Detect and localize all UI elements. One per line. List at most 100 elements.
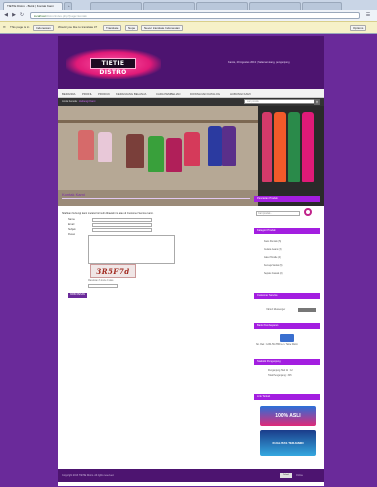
browser-tab[interactable] (196, 2, 248, 10)
url-host: localhost (34, 14, 46, 18)
page-container: TIETIE DISTRO Kamis, 29 Agustus 2013 | S… (58, 36, 324, 486)
translate-icon: ✉ (3, 25, 6, 29)
translate-message: This page is in (10, 25, 30, 29)
toolbar: ◀ ▶ ↻ localhost/distro/index.php?page=ko… (0, 10, 377, 21)
promo-banner[interactable]: 100% ASLI (260, 406, 316, 426)
banner-garment (288, 112, 300, 182)
site-logo[interactable]: TIETIE DISTRO (66, 49, 161, 79)
banner-garment (166, 138, 182, 172)
banner-garment (98, 132, 112, 162)
submit-button[interactable]: KIRIM PESAN (68, 293, 87, 298)
reload-icon[interactable]: ↻ (19, 12, 25, 18)
visitor-total: Total Pengunjung : 345 (268, 375, 292, 377)
bank-account: No. Rek : 1234-56-7890 a.n. Tietie Distr… (256, 344, 298, 346)
promo-banner[interactable]: KUALITAS TERJAMIN (260, 430, 316, 456)
logo-text: TIETIE DISTRO (90, 58, 136, 76)
new-tab-button[interactable]: + (64, 2, 72, 10)
visitor-today: Pengunjung Hari Ini : 12 (268, 370, 293, 372)
never-translate-button[interactable]: Never translate Indonesian (141, 25, 183, 31)
top-search-input[interactable]: cari produk (244, 99, 316, 104)
search-icon[interactable]: ⚲ (314, 99, 320, 105)
menu-item-cara-pembelian[interactable]: CARA PEMBELIAN (156, 92, 180, 96)
magnifier-icon[interactable] (304, 208, 312, 216)
top-search-placeholder: cari produk (247, 100, 259, 103)
browser-tab[interactable] (249, 2, 301, 10)
nama-label: Nama (68, 218, 75, 221)
subjek-label: Subjek (68, 228, 76, 231)
browser-tab[interactable] (90, 2, 142, 10)
banner-garment (274, 112, 286, 182)
plus-icon: + (68, 4, 70, 8)
breadcrumb-prefix: Anda berada : (62, 100, 79, 103)
banner-garment (302, 112, 314, 182)
sidebar-heading-search: Pencarian Produk (254, 196, 320, 202)
back-icon[interactable]: ◀ (3, 12, 9, 18)
subjek-field[interactable] (92, 228, 152, 232)
store-banner-photo (58, 106, 324, 206)
sidebar-search-placeholder: Cari produk... (258, 212, 273, 215)
address-bar[interactable]: localhost/distro/index.php?page=kontak (30, 12, 360, 19)
language-select[interactable]: Indonesian (33, 25, 54, 31)
main-menu: BERANDA PROFIL PRODUK KERANJANG BELANJA … (58, 89, 324, 98)
banner-garment (126, 134, 144, 168)
translate-options-button[interactable]: Options (350, 25, 367, 31)
pesan-textarea[interactable] (88, 235, 175, 264)
menu-item-profil[interactable]: PROFIL (82, 92, 92, 96)
menu-item-download-katalog[interactable]: DOWNLOAD KATALOG (190, 92, 220, 96)
browser-tab[interactable] (143, 2, 195, 10)
banner-garment (78, 130, 94, 160)
menu-item-beranda[interactable]: BERANDA (62, 92, 76, 96)
translate-button[interactable]: Translate (103, 25, 122, 31)
site-header: TIETIE DISTRO Kamis, 29 Agustus 2013 | S… (58, 36, 324, 89)
page-title: Kontak Kami (62, 192, 85, 197)
nope-button[interactable]: Nope (125, 25, 139, 31)
nama-field[interactable] (92, 218, 152, 222)
forward-icon[interactable]: ▶ (11, 12, 17, 18)
sidebar-search-input[interactable]: Cari produk... (256, 211, 300, 216)
breadcrumb: Anda berada : Hubungi Kami (62, 100, 95, 103)
captcha-field[interactable] (88, 284, 118, 288)
sidebar-heading-kategori: Kategori Produk (254, 228, 320, 234)
translate-question: Would you like to translate it? (58, 25, 98, 29)
banner-garment (184, 132, 200, 166)
banner-garment (222, 126, 236, 166)
cs-label: Yahoo! Messenger (266, 309, 286, 311)
captcha-note: Masukkan 6 kode di atas (88, 280, 114, 282)
tab-strip: TIETIE Distro - Butik | Kontak Kami + (0, 0, 377, 10)
header-date: Kamis, 29 Agustus 2013 | Selamat siang, … (228, 61, 290, 64)
sidebar-heading-link: Link Terkait (254, 394, 320, 400)
pesan-label: Pesan (68, 233, 76, 236)
sidebar-item-category[interactable]: Sepatu Casual (2) (264, 273, 283, 275)
captcha-image: 3R5F7d (90, 264, 136, 278)
footer-badge[interactable]: Yahoo! (280, 473, 292, 478)
browser-tab[interactable]: TIETIE Distro - Butik | Kontak Kami (3, 2, 63, 10)
sidebar-item-category[interactable]: Celana Jeans (3) (264, 249, 282, 251)
banner-garment (148, 136, 164, 172)
yahoo-status-button[interactable] (298, 308, 316, 312)
url-path: /distro/index.php?page=kontak (45, 14, 87, 18)
footer-status: Online (296, 474, 303, 477)
menu-item-keranjang[interactable]: KERANJANG BELANJA (116, 92, 146, 96)
browser-chrome: TIETIE Distro - Butik | Kontak Kami + ◀ … (0, 0, 377, 34)
menu-item-produk[interactable]: PRODUK (98, 92, 110, 96)
title-divider (62, 198, 250, 199)
translate-bar: ✉ This page is in Indonesian Would you l… (0, 21, 377, 33)
tab-title: TIETIE Distro - Butik | Kontak Kami (7, 4, 54, 8)
sidebar-item-category[interactable]: Kemeja Santai (6) (264, 265, 282, 267)
banner-garment (262, 112, 272, 182)
menu-item-hubungi-kami[interactable]: HUBUNGI KAMI (230, 92, 251, 96)
sidebar-item-category[interactable]: Kaos Pendek (5) (264, 241, 281, 243)
footer-copyright: Copyright 2013 TIETIE Distro. All rights… (62, 474, 115, 477)
banner-garment (208, 126, 222, 166)
breadcrumb-bar: Anda berada : Hubungi Kami cari produk ⚲ (58, 98, 324, 106)
sidebar-heading-bank: Bank Pembayaran (254, 323, 320, 329)
wrench-icon[interactable]: ☰ (365, 12, 371, 18)
sidebar-item-category[interactable]: Jaket Hoodie (4) (264, 257, 281, 259)
browser-tab[interactable] (302, 2, 342, 10)
bank-logo-icon (280, 334, 294, 342)
email-label: Email (68, 223, 75, 226)
sidebar-heading-visitor: Statistik Pengunjung (254, 359, 320, 365)
email-field[interactable] (92, 223, 152, 227)
breadcrumb-current[interactable]: Hubungi Kami (79, 100, 95, 103)
site-footer: Copyright 2013 TIETIE Distro. All rights… (58, 469, 324, 482)
